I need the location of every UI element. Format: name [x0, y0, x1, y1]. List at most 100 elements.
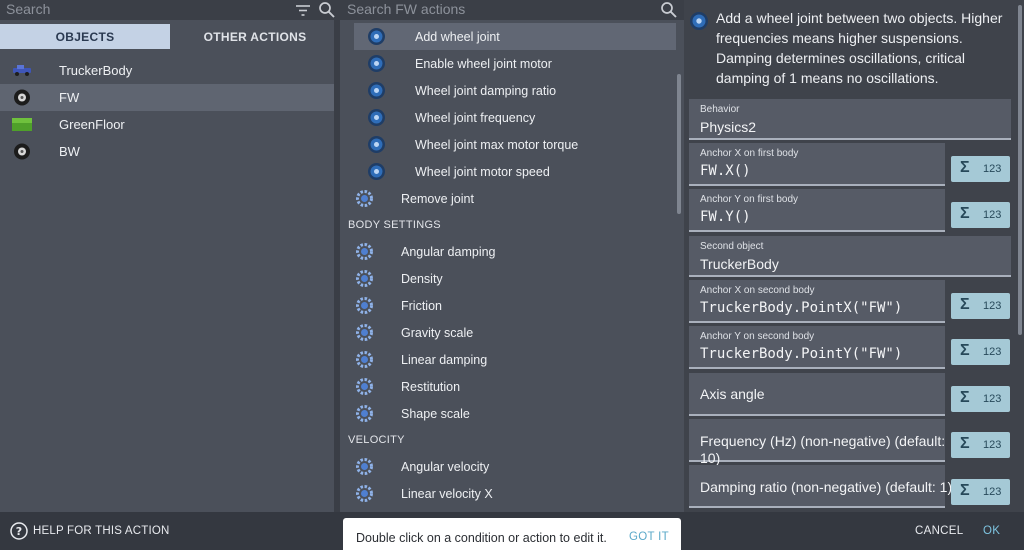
physics-gear-icon — [356, 270, 373, 287]
field-label: Behavior — [700, 104, 740, 115]
field-anchor-y-second-body[interactable]: Anchor Y on second body TruckerBody.Poin… — [689, 326, 945, 369]
physics-gear-icon — [356, 405, 373, 422]
object-label: BW — [59, 144, 80, 159]
sigma-icon: Σ — [960, 296, 970, 313]
field-placeholder[interactable]: Damping ratio (non-negative) (default: 1… — [700, 479, 952, 496]
physics-gear-icon — [356, 297, 373, 314]
wheel-icon — [14, 89, 30, 106]
number-badge: 123 — [983, 346, 1002, 358]
object-item-truckerbody[interactable]: TruckerBody — [0, 57, 334, 84]
action-angular-damping[interactable]: Angular damping — [340, 238, 676, 265]
expression-editor-button[interactable]: Σ 123 — [951, 479, 1010, 505]
field-anchor-y-first-body[interactable]: Anchor Y on first body FW.Y() — [689, 189, 945, 232]
field-anchor-x-first-body[interactable]: Anchor X on first body FW.X() — [689, 143, 945, 186]
action-label: Add wheel joint — [415, 29, 500, 44]
object-search-bar[interactable]: Search — [0, 0, 340, 20]
action-wheel-joint-damping-ratio[interactable]: Wheel joint damping ratio — [354, 77, 676, 104]
object-item-greenfloor[interactable]: GreenFloor — [0, 111, 334, 138]
panel-tabs: OBJECTS OTHER ACTIONS — [0, 24, 340, 49]
expression-editor-button[interactable]: Σ 123 — [951, 202, 1010, 228]
expression-editor-button[interactable]: Σ 123 — [951, 432, 1010, 458]
action-enable-wheel-joint-motor[interactable]: Enable wheel joint motor — [354, 50, 676, 77]
action-shape-scale[interactable]: Shape scale — [340, 400, 676, 427]
field-label: Anchor X on first body — [700, 148, 799, 159]
field-damping-ratio[interactable]: Damping ratio (non-negative) (default: 1… — [689, 465, 952, 508]
action-label: Enable wheel joint motor — [415, 56, 552, 71]
field-behavior[interactable]: Behavior Physics2 — [689, 99, 1011, 140]
action-wheel-joint-motor-speed[interactable]: Wheel joint motor speed — [354, 158, 676, 185]
section-header-body-settings: BODY SETTINGS — [348, 219, 441, 231]
action-restitution[interactable]: Restitution — [340, 373, 676, 400]
field-frequency[interactable]: Frequency (Hz) (non-negative) (default: … — [689, 419, 945, 466]
field-label: Second object — [700, 241, 764, 252]
actions-scrollbar[interactable] — [677, 74, 681, 214]
search-icon[interactable] — [660, 1, 678, 19]
object-search-input[interactable]: Search — [6, 1, 50, 17]
expression-editor-button[interactable]: Σ 123 — [951, 386, 1010, 412]
field-value[interactable]: TruckerBody.PointX("FW") — [700, 300, 902, 316]
action-linear-velocity-x[interactable]: Linear velocity X — [340, 480, 676, 507]
action-linear-damping[interactable]: Linear damping — [340, 346, 676, 373]
field-value[interactable]: TruckerBody — [700, 256, 779, 272]
object-list: TruckerBody FW GreenFloor BW — [0, 57, 334, 165]
field-value[interactable]: FW.Y() — [700, 209, 751, 225]
field-second-object[interactable]: Second object TruckerBody — [689, 236, 1011, 277]
action-add-wheel-joint[interactable]: Add wheel joint — [354, 23, 676, 50]
field-placeholder[interactable]: Axis angle — [700, 386, 765, 403]
got-it-button[interactable]: GOT IT — [629, 531, 669, 543]
number-badge: 123 — [983, 163, 1002, 175]
action-remove-joint[interactable]: Remove joint — [340, 185, 676, 212]
number-badge: 123 — [983, 300, 1002, 312]
tab-objects[interactable]: OBJECTS — [0, 24, 170, 49]
cancel-button[interactable]: CANCEL — [915, 525, 963, 537]
physics-joint-icon — [368, 109, 385, 126]
ok-button[interactable]: OK — [983, 525, 1000, 537]
action-description: Add a wheel joint between two objects. H… — [716, 10, 1003, 86]
field-anchor-x-second-body[interactable]: Anchor X on second body TruckerBody.Poin… — [689, 280, 945, 323]
action-wheel-joint-frequency[interactable]: Wheel joint frequency — [354, 104, 676, 131]
field-value[interactable]: FW.X() — [700, 163, 751, 179]
tab-other-actions[interactable]: OTHER ACTIONS — [170, 24, 340, 49]
grass-floor-icon — [12, 118, 32, 131]
field-label: Anchor X on second body — [700, 285, 815, 296]
number-badge: 123 — [983, 393, 1002, 405]
sigma-icon: Σ — [960, 482, 970, 499]
help-for-action-link[interactable]: HELP FOR THIS ACTION — [33, 525, 170, 537]
field-value[interactable]: TruckerBody.PointY("FW") — [700, 346, 902, 362]
action-label: Restitution — [401, 379, 461, 394]
help-icon[interactable]: ? — [10, 522, 28, 540]
action-search-input[interactable]: Search FW actions — [347, 1, 465, 17]
wheel-icon — [14, 143, 30, 160]
physics-joint-icon — [368, 82, 385, 99]
field-value[interactable]: Physics2 — [700, 119, 756, 135]
object-item-bw[interactable]: BW — [0, 138, 334, 165]
field-axis-angle[interactable]: Axis angle — [689, 373, 945, 416]
search-icon[interactable] — [318, 1, 336, 19]
action-search-bar[interactable]: Search FW actions — [340, 0, 684, 20]
action-label: Linear velocity X — [401, 486, 493, 501]
action-angular-velocity[interactable]: Angular velocity — [340, 453, 676, 480]
expression-editor-button[interactable]: Σ 123 — [951, 293, 1010, 319]
field-placeholder[interactable]: Frequency (Hz) (non-negative) (default: … — [700, 433, 948, 467]
action-friction[interactable]: Friction — [340, 292, 676, 319]
action-density[interactable]: Density — [340, 265, 676, 292]
action-wheel-joint-max-motor-torque[interactable]: Wheel joint max motor torque — [354, 131, 676, 158]
object-label: TruckerBody — [59, 63, 133, 78]
parameters-scrollbar[interactable] — [1018, 5, 1022, 335]
expression-editor-button[interactable]: Σ 123 — [951, 339, 1010, 365]
snackbar: Double click on a condition or action to… — [343, 518, 681, 550]
action-label: Angular velocity — [401, 459, 490, 474]
action-label: Density — [401, 271, 443, 286]
filter-icon[interactable] — [294, 1, 312, 19]
sigma-icon: Σ — [960, 205, 970, 222]
action-gravity-scale[interactable]: Gravity scale — [340, 319, 676, 346]
physics-joint-icon — [368, 163, 385, 180]
expression-editor-button[interactable]: Σ 123 — [951, 156, 1010, 182]
number-badge: 123 — [983, 486, 1002, 498]
physics-gear-icon — [356, 190, 373, 207]
physics-gear-icon — [356, 243, 373, 260]
object-label: GreenFloor — [59, 117, 125, 132]
physics-gear-icon — [356, 378, 373, 395]
object-item-fw[interactable]: FW — [0, 84, 334, 111]
snackbar-message: Double click on a condition or action to… — [356, 531, 607, 545]
